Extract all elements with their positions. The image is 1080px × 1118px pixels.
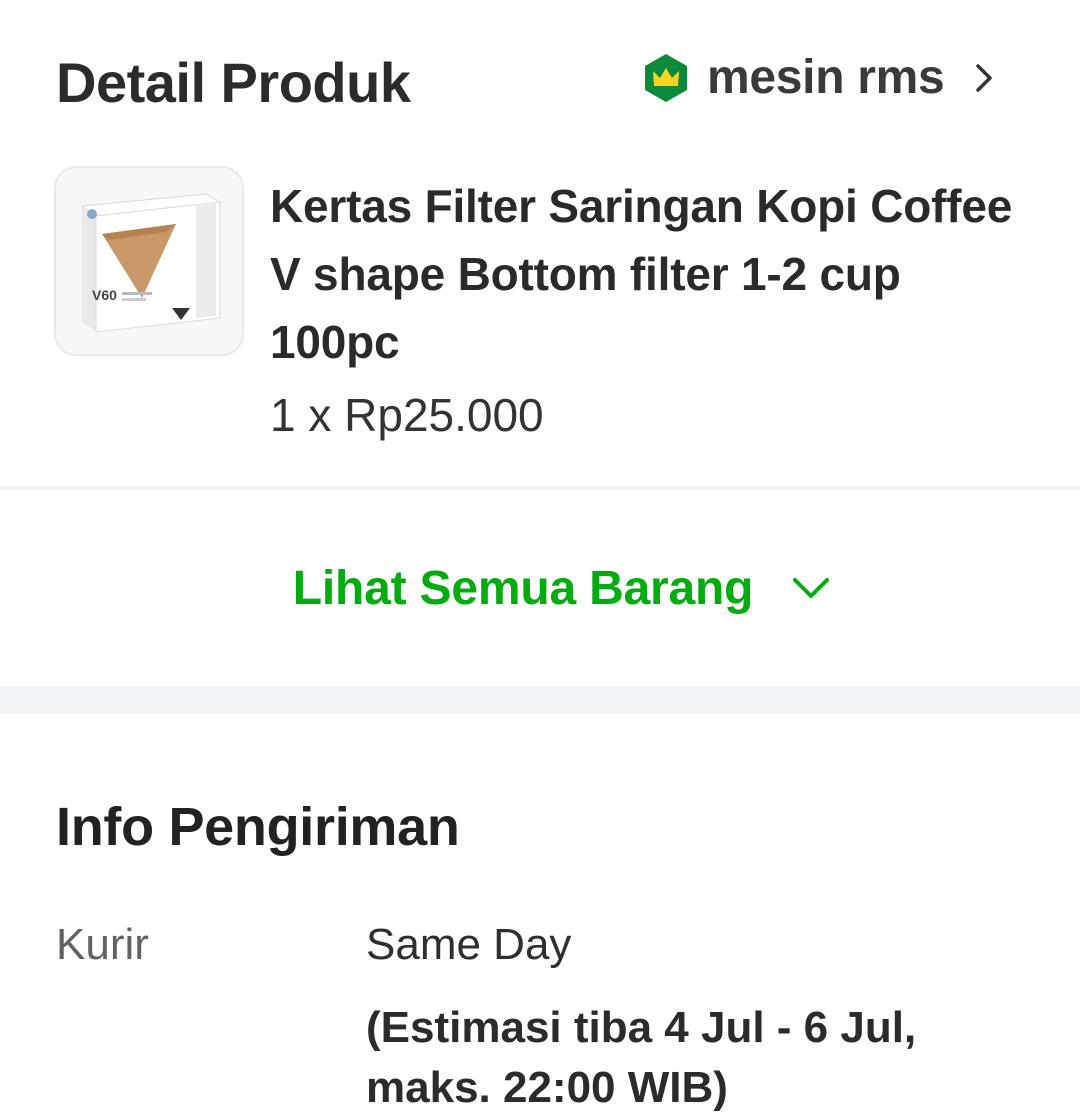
courier-value: Same Day bbox=[366, 920, 572, 969]
product-item[interactable]: V60 Kertas Filter Saringan Kopi Coffee V… bbox=[54, 166, 1040, 466]
product-thumbnail[interactable]: V60 bbox=[54, 166, 244, 356]
section-separator bbox=[0, 686, 1080, 714]
chevron-down-icon bbox=[793, 578, 830, 598]
seller-name: mesin rms bbox=[707, 51, 945, 104]
svg-text:V60: V60 bbox=[92, 287, 117, 303]
delivery-estimate: (Estimasi tiba 4 Jul - 6 Jul, maks. 22:0… bbox=[366, 1003, 917, 1112]
chevron-right-icon bbox=[976, 63, 993, 92]
product-detail-header: Detail Produk mesin rms bbox=[56, 44, 1000, 116]
see-all-items-label: Lihat Semua Barang bbox=[292, 561, 754, 615]
section-title-shipping: Info Pengiriman bbox=[56, 797, 460, 857]
product-price-quantity: 1 x Rp25.000 bbox=[270, 389, 544, 441]
seller-link[interactable]: mesin rms bbox=[641, 50, 996, 105]
power-merchant-crown-icon bbox=[645, 53, 687, 102]
section-title-product: Detail Produk bbox=[56, 51, 411, 114]
product-name[interactable]: Kertas Filter Saringan Kopi Coffee V sha… bbox=[270, 172, 1040, 376]
product-image: V60 bbox=[56, 168, 242, 354]
see-all-items-button[interactable]: Lihat Semua Barang bbox=[0, 556, 1080, 620]
divider bbox=[0, 486, 1080, 490]
courier-label: Kurir bbox=[56, 920, 149, 969]
